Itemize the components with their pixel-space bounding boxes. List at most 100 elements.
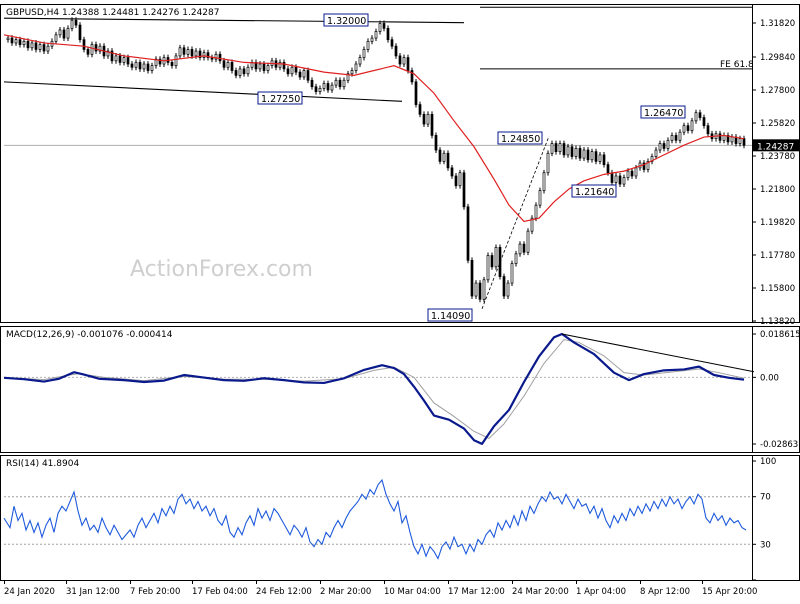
candle-body <box>202 52 206 58</box>
candle-body <box>86 49 90 55</box>
candle-body <box>430 113 434 136</box>
candle-body <box>194 50 198 57</box>
candle-body <box>534 204 538 219</box>
candle-body <box>626 170 630 178</box>
candle-body <box>694 112 698 122</box>
x-tick-label: 24 Jan 2020 <box>4 587 55 597</box>
candle-body <box>666 139 670 149</box>
candle-body <box>590 151 594 161</box>
candle-body <box>362 49 366 58</box>
macd-tick-label: -0.028631 <box>760 440 800 450</box>
candle-body <box>146 63 150 71</box>
x-tick-label: 24 Mar 20:00 <box>512 587 569 597</box>
candle-body <box>494 247 498 268</box>
candle-body <box>318 88 322 92</box>
candle-body <box>294 66 298 73</box>
candle-body <box>282 62 286 70</box>
candle-body <box>298 71 302 78</box>
candle-body <box>418 104 422 115</box>
candle-body <box>582 149 586 159</box>
x-tick-label: 1 Apr 04:00 <box>576 587 626 597</box>
candle-body <box>602 154 606 165</box>
x-tick-label: 17 Mar 12:00 <box>448 587 505 597</box>
candle-body <box>338 79 342 88</box>
macd-tick-label: 0.018615 <box>760 330 800 340</box>
candle-body <box>458 172 462 187</box>
candle-body <box>130 63 134 68</box>
x-tick-label: 17 Feb 04:00 <box>192 587 248 597</box>
candle-body <box>722 135 726 141</box>
price-tick-label: 1.31820 <box>760 19 795 29</box>
candle-body <box>26 40 30 49</box>
candle-body <box>350 70 354 75</box>
candle-body <box>370 37 374 42</box>
candle-body <box>598 154 602 162</box>
candle-body <box>554 143 558 152</box>
candle-body <box>218 53 222 62</box>
candle-body <box>510 263 514 284</box>
candle-body <box>614 175 618 183</box>
candle-body <box>90 44 94 55</box>
rsi-title: RSI(14) 41.8904 <box>6 459 79 469</box>
candle-body <box>414 81 418 105</box>
candle-body <box>594 151 598 162</box>
candle-body <box>290 66 294 75</box>
candle-body <box>526 230 530 253</box>
price-tick-label: 1.15800 <box>760 284 795 294</box>
price-tick-label: 1.19820 <box>760 218 795 228</box>
candle-body <box>550 143 554 154</box>
candle-body <box>34 42 38 50</box>
price-annotation-label: 1.14090 <box>431 311 470 322</box>
x-tick-label: 7 Feb 20:00 <box>130 587 180 597</box>
candle-body <box>186 49 190 55</box>
candle-body <box>150 65 154 71</box>
x-tick-label: 24 Feb 12:00 <box>256 587 312 597</box>
candle-body <box>354 63 358 71</box>
candle-body <box>730 136 734 143</box>
candle-body <box>470 259 474 297</box>
candle-body <box>562 143 566 156</box>
price-annotation-label: 1.26470 <box>644 108 683 119</box>
candle-body <box>170 62 174 67</box>
candle-body <box>226 62 230 68</box>
candle-body <box>262 63 266 71</box>
candle-body <box>686 125 690 131</box>
candle-body <box>574 148 578 157</box>
candle-body <box>630 170 634 177</box>
candle-body <box>242 68 246 75</box>
candle-body <box>402 57 406 65</box>
candle-body <box>570 146 574 157</box>
candle-body <box>618 175 622 185</box>
candle-body <box>506 282 510 297</box>
price-tick-label: 1.13820 <box>760 317 795 327</box>
candle-body <box>558 143 562 152</box>
price-tick-label: 1.21800 <box>760 185 795 195</box>
candle-body <box>58 29 62 36</box>
candle-body <box>398 55 402 65</box>
candle-body <box>334 79 338 86</box>
candle-body <box>374 31 378 39</box>
candle-body <box>10 37 14 44</box>
candle-body <box>438 149 442 162</box>
candle-body <box>306 70 310 81</box>
candle-body <box>114 55 118 62</box>
candle-body <box>486 255 490 281</box>
candle-body <box>342 79 346 88</box>
candle-body <box>330 84 334 91</box>
candle-body <box>222 60 226 68</box>
candle-body <box>690 120 694 131</box>
x-tick-label: 31 Jan 12:00 <box>66 587 120 597</box>
candle-body <box>286 68 290 75</box>
candle-body <box>474 282 478 297</box>
candle-body <box>78 24 82 41</box>
candle-body <box>610 172 614 183</box>
candle-body <box>498 247 502 277</box>
candle-body <box>18 39 22 45</box>
candle-body <box>674 135 678 141</box>
candle-body <box>514 253 518 264</box>
candle-body <box>46 45 50 52</box>
candle-body <box>190 49 194 57</box>
candle-body <box>662 143 666 149</box>
candle-body <box>390 39 394 47</box>
price-annotation-label: 1.24850 <box>501 134 540 145</box>
